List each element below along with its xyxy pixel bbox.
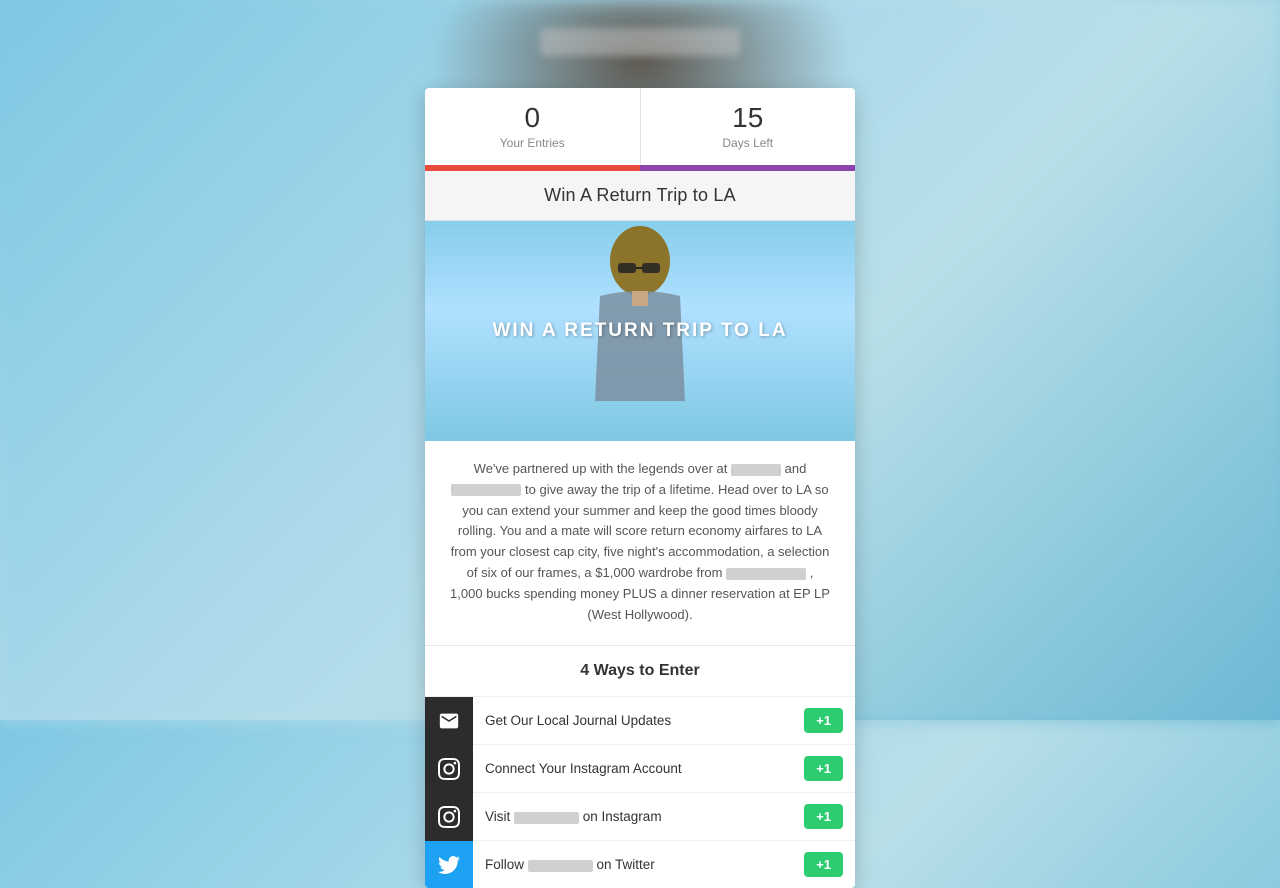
instagram-icon-2	[438, 806, 460, 828]
brand-redacted-1	[731, 464, 781, 476]
contest-card: 0 Your Entries 15 Days Left Win A Return…	[425, 88, 855, 888]
email-icon	[438, 710, 460, 732]
progress-right	[640, 168, 855, 171]
entry-label-email: Get Our Local Journal Updates	[473, 713, 804, 728]
days-label: Days Left	[651, 136, 846, 150]
entry-list: Get Our Local Journal Updates +1 Connect…	[425, 696, 855, 888]
stats-header: 0 Your Entries 15 Days Left	[425, 88, 855, 168]
instagram-icon-bg-2	[425, 793, 473, 841]
brand-redacted-3	[726, 568, 806, 580]
hero-text-overlay: WIN A RETURN TRIP TO LA	[492, 320, 787, 342]
twitter-icon	[438, 854, 460, 876]
progress-bar	[425, 168, 855, 171]
hero-image: WIN A RETURN TRIP TO LA	[425, 221, 855, 441]
twitter-icon-bg	[425, 841, 473, 888]
entry-item-instagram-visit[interactable]: Visit on Instagram +1	[425, 792, 855, 840]
entry-badge-email[interactable]: +1	[804, 708, 843, 733]
progress-left	[425, 168, 640, 171]
days-value: 15	[651, 104, 846, 132]
entry-badge-twitter[interactable]: +1	[804, 852, 843, 877]
entry-label-instagram-connect: Connect Your Instagram Account	[473, 761, 804, 776]
contest-title: Win A Return Trip to LA	[445, 185, 835, 206]
brand-redacted-2	[451, 484, 521, 496]
contest-description: We've partnered up with the legends over…	[425, 441, 855, 646]
contest-title-bar: Win A Return Trip to LA	[425, 171, 855, 221]
entries-stat: 0 Your Entries	[425, 88, 641, 165]
entry-label-instagram-visit: Visit on Instagram	[473, 809, 804, 824]
instagram-icon-1	[438, 758, 460, 780]
email-icon-bg	[425, 697, 473, 745]
entries-value: 0	[435, 104, 630, 132]
entries-label: Your Entries	[435, 136, 630, 150]
entry-badge-instagram-visit[interactable]: +1	[804, 804, 843, 829]
ways-to-enter-title: 4 Ways to Enter	[425, 646, 855, 696]
brand-redacted-instagram	[514, 812, 579, 824]
entry-label-twitter: Follow on Twitter	[473, 857, 804, 872]
entry-item-twitter[interactable]: Follow on Twitter +1	[425, 840, 855, 888]
brand-redacted-twitter	[528, 860, 593, 872]
instagram-icon-bg-1	[425, 745, 473, 793]
entry-item-email[interactable]: Get Our Local Journal Updates +1	[425, 696, 855, 744]
entry-item-instagram-connect[interactable]: Connect Your Instagram Account +1	[425, 744, 855, 792]
days-stat: 15 Days Left	[641, 88, 856, 165]
entry-badge-instagram-connect[interactable]: +1	[804, 756, 843, 781]
